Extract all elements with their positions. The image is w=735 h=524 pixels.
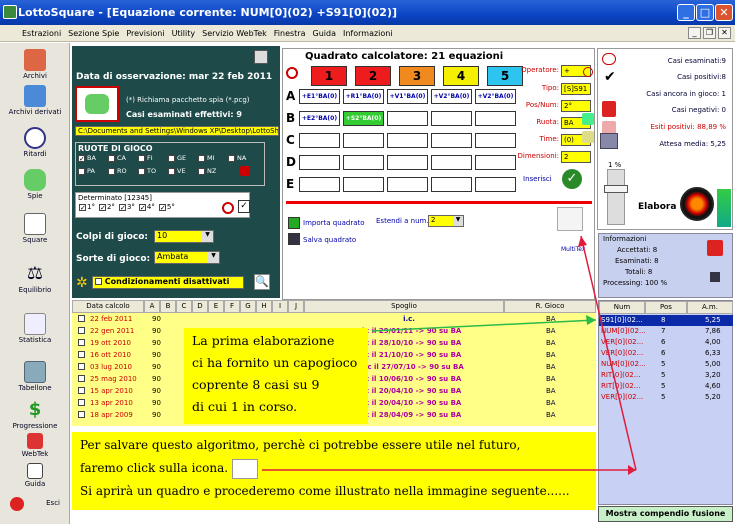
green-arrowhead — [586, 315, 596, 325]
annotation-arrows — [262, 235, 637, 475]
green-arrow — [371, 319, 597, 332]
red-arrowhead-2 — [578, 236, 587, 247]
red-arrow-diagonal — [580, 235, 637, 471]
